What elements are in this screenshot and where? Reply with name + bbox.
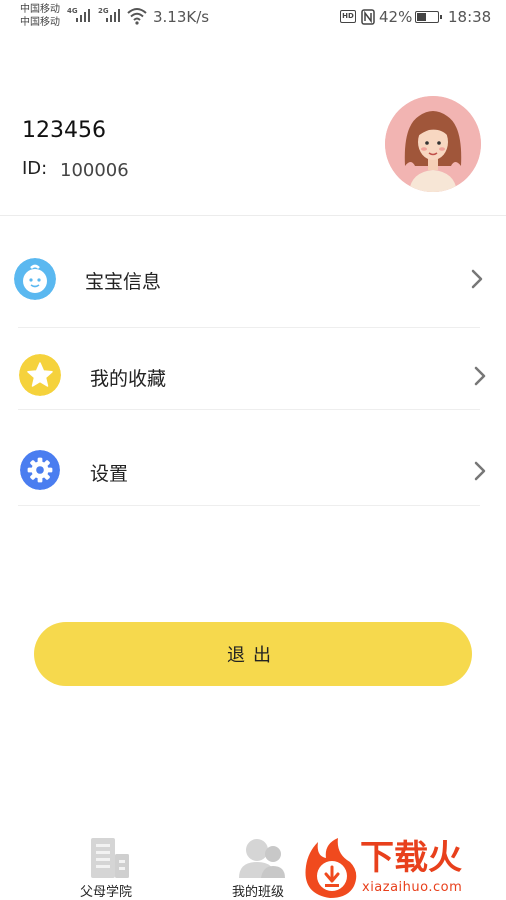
signal-2-icon [106,8,120,22]
baby-face-icon [14,258,56,300]
nav-label-parent-academy: 父母学院 [80,885,133,900]
carrier-labels: 中国移动 中国移动 [20,3,60,29]
building-icon [91,838,129,878]
gear-icon [20,450,60,490]
id-value: 100006 [60,160,129,181]
profile-divider [0,215,506,216]
nfc-icon [361,9,375,25]
chevron-right-icon [474,366,486,386]
username: 123456 [22,118,106,143]
class-group-icon [239,839,285,878]
chevron-right-icon [471,269,483,289]
menu-divider [18,327,480,328]
clock: 18:38 [448,8,492,26]
logout-button[interactable]: 退出 [34,622,472,686]
menu-label-baby-info: 宝宝信息 [85,271,162,293]
wifi-icon [127,8,147,25]
avatar[interactable] [385,96,481,192]
carrier-1: 中国移动 [20,4,60,15]
nav-label-my-class: 我的班级 [232,885,285,900]
menu-divider [18,505,480,506]
network-speed: 3.13K/s [153,8,210,26]
menu-label-settings: 设置 [90,463,129,485]
avatar-illustration [385,96,481,192]
battery-fill [417,13,427,21]
hd-icon: HD [340,10,356,23]
menu-label-favorites: 我的收藏 [90,368,167,390]
nav-item-parent-academy[interactable]: 父母学院 [60,828,160,900]
battery-icon [415,11,442,23]
menu-item-favorites[interactable]: 我的收藏 [0,330,506,420]
nav-item-my-class[interactable]: 我的班级 [212,828,312,900]
menu-item-settings[interactable]: 设置 [0,425,506,515]
battery-percent: 42% [379,8,413,26]
watermark-text: 下载火 [360,838,462,878]
watermark-logo: 下载火 xiazaihuo.com [300,836,506,900]
star-icon [19,354,61,396]
menu-divider [18,409,480,410]
carrier-2: 中国移动 [20,17,60,28]
watermark-url: xiazaihuo.com [362,880,463,895]
menu-item-baby-info[interactable]: 宝宝信息 [0,233,506,323]
chevron-right-icon [474,461,486,481]
id-label: ID: [22,158,48,179]
signal-1-icon [76,8,90,22]
status-bar: 中国移动 中国移动 4G 2G 3.13K/s HD 42% 18:38 [0,0,506,36]
